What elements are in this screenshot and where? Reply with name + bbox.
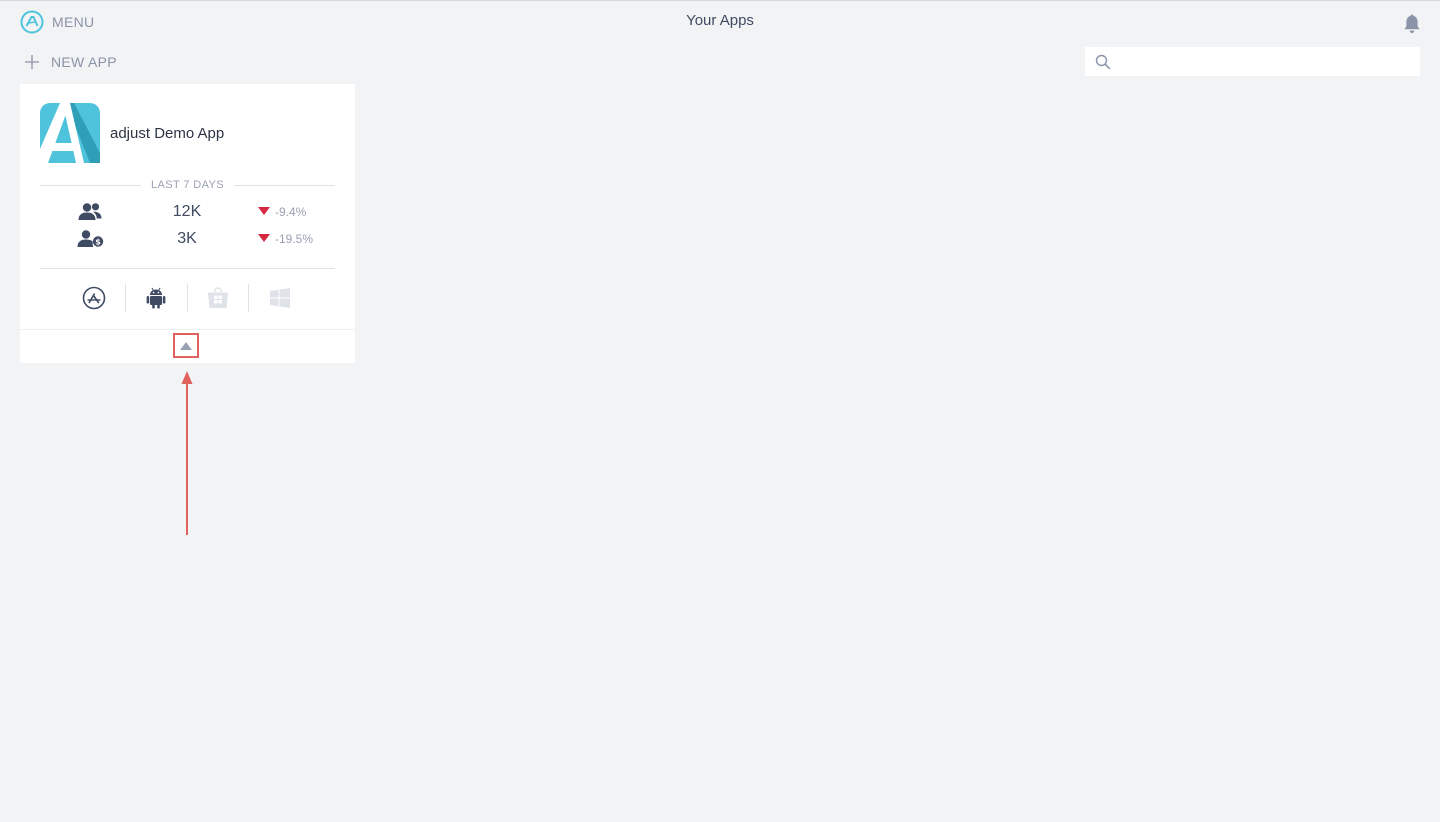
users-icon — [78, 203, 102, 220]
trend-down-icon — [258, 207, 270, 215]
search-box[interactable] — [1085, 46, 1420, 77]
platform-row — [20, 283, 355, 313]
search-icon — [1095, 54, 1111, 69]
search-input[interactable] — [1119, 46, 1420, 77]
android-icon — [146, 287, 166, 309]
app-name: adjust Demo App — [110, 124, 225, 142]
new-app-label: NEW APP — [51, 54, 117, 70]
platform-android[interactable] — [143, 283, 169, 313]
period-label: LAST 7 DAYS — [150, 179, 225, 191]
metric-row-paying-users: $ 3K -19.5% — [20, 229, 355, 251]
app-card[interactable]: adjust Demo App LAST 7 DAYS 12K -9.4% $ … — [20, 84, 355, 363]
users-value: 12K — [172, 203, 202, 220]
plus-icon — [25, 55, 39, 69]
svg-text:$: $ — [95, 238, 101, 247]
app-store-icon — [82, 286, 106, 310]
windows-icon — [270, 288, 290, 308]
divider — [40, 268, 335, 269]
paying-users-change: -19.5% — [275, 232, 314, 246]
divider — [234, 184, 335, 186]
windows-store-icon — [208, 287, 228, 308]
paying-users-icon: $ — [77, 230, 104, 247]
platform-windows[interactable] — [267, 283, 293, 313]
platform-ios[interactable] — [81, 283, 107, 313]
users-change: -9.4% — [275, 205, 307, 219]
trend-down-icon — [258, 234, 270, 242]
app-logo-icon — [40, 103, 100, 163]
divider — [187, 284, 188, 312]
collapse-button[interactable] — [173, 333, 199, 358]
period-header: LAST 7 DAYS — [40, 178, 335, 192]
metric-row-users: 12K -9.4% — [20, 202, 355, 224]
paying-users-value: 3K — [177, 230, 197, 247]
chevron-up-icon — [180, 341, 192, 350]
divider — [125, 284, 126, 312]
new-app-button[interactable]: NEW APP — [24, 54, 117, 70]
platform-windows-store[interactable] — [205, 283, 231, 313]
divider — [248, 284, 249, 312]
divider — [40, 184, 141, 186]
annotation-arrow-icon — [181, 371, 193, 535]
app-header: adjust Demo App — [40, 103, 224, 163]
top-bar: MENU Your Apps — [0, 1, 1440, 41]
card-footer — [20, 329, 355, 364]
notifications-bell-icon[interactable] — [1403, 13, 1421, 35]
page-title: Your Apps — [686, 12, 754, 29]
